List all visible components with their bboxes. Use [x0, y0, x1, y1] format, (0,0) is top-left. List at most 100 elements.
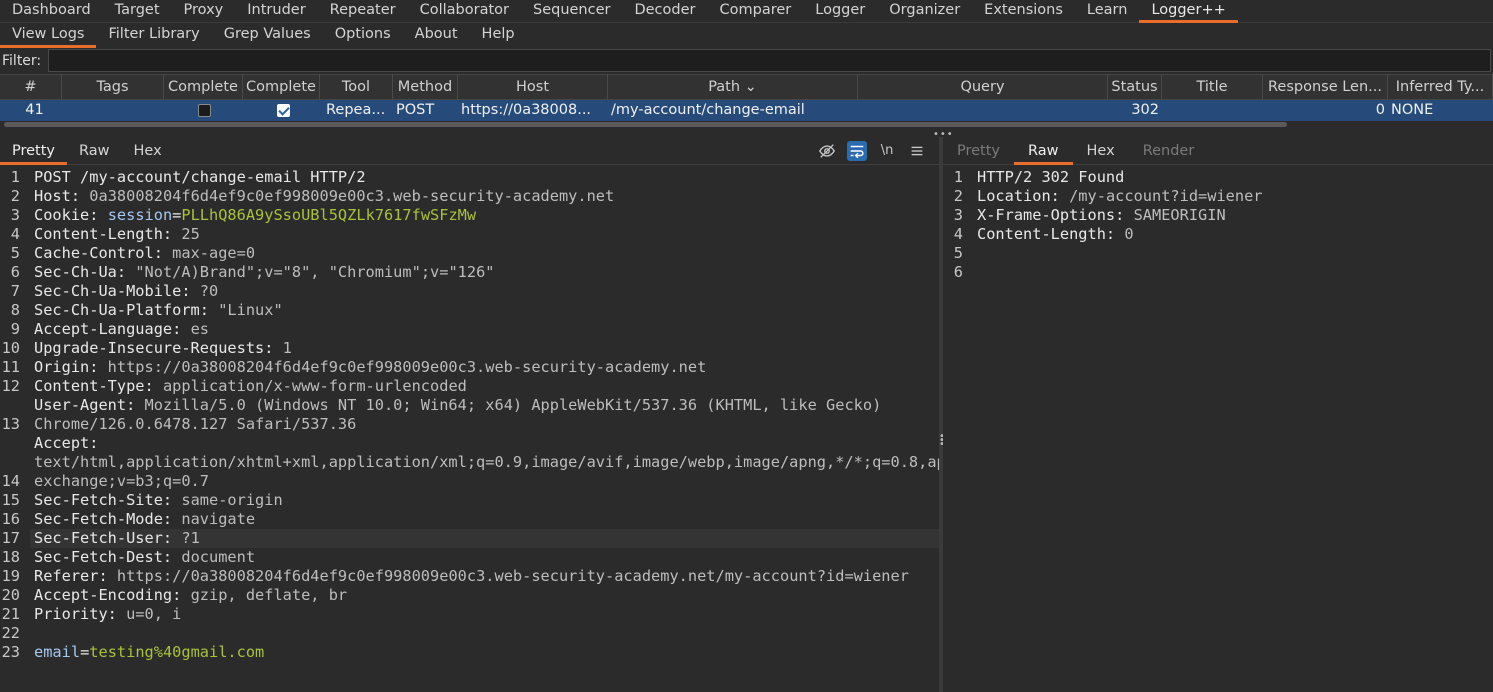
editor-line: 6 — [943, 263, 1493, 282]
top-tab-collaborator[interactable]: Collaborator — [408, 0, 521, 23]
line-content: Referer: https://0a38008204f6d4ef9c0ef99… — [30, 567, 939, 586]
column-header-method[interactable]: Method — [393, 75, 458, 100]
top-tab-repeater[interactable]: Repeater — [318, 0, 408, 23]
scrollbar-thumb[interactable] — [4, 122, 1287, 127]
line-content: Content-Length: 25 — [30, 225, 939, 244]
header-value: SAMEORIGIN — [1124, 206, 1226, 224]
column-header-host[interactable]: Host — [458, 75, 608, 100]
column-header-response-len[interactable]: Response Len... — [1263, 75, 1388, 100]
line-number: 8 — [10, 301, 20, 319]
column-header-status[interactable]: Status — [1108, 75, 1162, 100]
line-content: Upgrade-Insecure-Requests: 1 — [30, 339, 939, 358]
line-content — [973, 244, 1493, 263]
header-name: Cookie: — [34, 206, 99, 224]
cell-method: POST — [396, 102, 435, 118]
filter-input[interactable] — [48, 49, 1491, 72]
line-number: 20 — [1, 586, 20, 604]
header-name: X-Frame-Options: — [977, 206, 1125, 224]
response-tab-raw[interactable]: Raw — [1014, 137, 1073, 165]
top-tab-target[interactable]: Target — [103, 0, 172, 23]
top-tab-comparer[interactable]: Comparer — [708, 0, 804, 23]
complete-checkbox[interactable] — [198, 104, 211, 117]
editor-line: 1 HTTP/2 302 Found — [943, 168, 1493, 187]
line-content: Priority: u=0, i — [30, 605, 939, 624]
column-header-tags[interactable]: Tags — [62, 75, 164, 100]
sub-tab-filter-library[interactable]: Filter Library — [96, 23, 211, 48]
request-tabs: Pretty Raw Hex — [0, 137, 939, 165]
response-editor[interactable]: 1 HTTP/2 302 Found 2 Location: /my-account?… — [943, 168, 1493, 282]
table-row[interactable]: 41 Repea... POST https://0a38008... /my-acco… — [0, 100, 1493, 121]
header-name: Sec-Fetch-Dest: — [34, 548, 173, 566]
column-header-inferred-ty[interactable]: Inferred Ty... — [1388, 75, 1493, 100]
line-number: 2 — [953, 187, 963, 205]
line-content: Host: 0a38008204f6d4ef9c0ef998009e00c3.w… — [30, 187, 939, 206]
sub-tab-about[interactable]: About — [403, 23, 470, 48]
column-header-tool[interactable]: Tool — [320, 75, 393, 100]
top-tab-proxy[interactable]: Proxy — [172, 0, 236, 23]
header-value: navigate — [172, 510, 256, 528]
line-content: HTTP/2 302 Found — [973, 168, 1493, 187]
top-tab-logger[interactable]: Logger — [803, 0, 877, 23]
request-tab-hex[interactable]: Hex — [122, 137, 174, 165]
cell-status: 302 — [1131, 102, 1159, 118]
line-number: 7 — [10, 282, 20, 300]
column-header-complete[interactable]: Complete — [164, 75, 243, 100]
top-tab-logger-plus[interactable]: Logger++ — [1139, 0, 1238, 23]
top-tab-learn[interactable]: Learn — [1075, 0, 1140, 23]
line-number: 23 — [1, 643, 20, 661]
header-name: Sec-Fetch-Mode: — [34, 510, 173, 528]
header-value: 25 — [172, 225, 200, 243]
column-header-path[interactable]: Path ⌄ — [608, 75, 858, 100]
line-number: 4 — [10, 225, 20, 243]
table-horizontal-scrollbar[interactable] — [0, 121, 1493, 128]
top-tab-dashboard[interactable]: Dashboard — [12, 0, 103, 23]
cell-path: /my-account/change-email — [611, 102, 805, 118]
header-name: User-Agent: — [34, 396, 136, 414]
header-name: Content-Length: — [977, 225, 1116, 243]
header-value: application/x-www-form-urlencoded — [153, 377, 467, 395]
top-tab-sequencer[interactable]: Sequencer — [521, 0, 622, 23]
sub-tab-grep-values[interactable]: Grep Values — [212, 23, 323, 48]
line-content: Accept-Language: es — [30, 320, 939, 339]
response-tab-render[interactable]: Render — [1129, 137, 1209, 165]
line-content: Sec-Ch-Ua-Mobile: ?0 — [30, 282, 939, 301]
editor-line: 10 Upgrade-Insecure-Requests: 1 — [0, 339, 939, 358]
body-param-name: email — [34, 643, 81, 661]
line-content: Sec-Fetch-Mode: navigate — [30, 510, 939, 529]
column-header-title[interactable]: Title — [1162, 75, 1263, 100]
request-tab-raw[interactable]: Raw — [67, 137, 122, 165]
editor-line: 12 Content-Type: application/x-www-form-u… — [0, 377, 939, 396]
line-content: Content-Type: application/x-www-form-url… — [30, 377, 939, 396]
complete-checkbox-2[interactable] — [277, 104, 290, 117]
line-number: 1 — [10, 168, 20, 186]
newline-icon[interactable]: \n — [877, 141, 897, 161]
sub-tab-view-logs[interactable]: View Logs — [0, 23, 97, 48]
editor-line: 22 — [0, 624, 939, 643]
menu-icon[interactable] — [907, 141, 927, 161]
sub-tab-options[interactable]: Options — [323, 23, 403, 48]
response-tab-hex[interactable]: Hex — [1073, 137, 1129, 165]
sub-navigation: View Logs Filter Library Grep Values Option… — [0, 23, 1493, 48]
response-tab-pretty[interactable]: Pretty — [943, 137, 1014, 165]
wrap-icon[interactable] — [847, 141, 867, 161]
line-content: X-Frame-Options: SAMEORIGIN — [973, 206, 1493, 225]
cell-response-len: 0 — [1375, 102, 1385, 118]
request-editor[interactable]: 1 POST /my-account/change-email HTTP/2 2 Ho… — [0, 168, 1103, 662]
header-value: "Linux" — [208, 301, 283, 319]
request-tab-pretty[interactable]: Pretty — [0, 137, 68, 165]
column-header-complete[interactable]: Complete — [243, 75, 320, 100]
top-tab-decoder[interactable]: Decoder — [622, 0, 707, 23]
editor-line: 13 User-Agent: Mozilla/5.0 (Windows NT 10… — [0, 396, 939, 434]
column-header-num[interactable]: # — [0, 75, 62, 100]
response-tabs: Pretty Raw Hex Render — [943, 137, 1493, 165]
top-tab-extensions[interactable]: Extensions — [972, 0, 1075, 23]
line-content: Accept-Encoding: gzip, deflate, br — [30, 586, 939, 605]
top-tab-intruder[interactable]: Intruder — [235, 0, 317, 23]
header-value: same-origin — [172, 491, 283, 509]
top-tab-organizer[interactable]: Organizer — [877, 0, 972, 23]
eye-off-icon[interactable] — [817, 141, 837, 161]
column-header-query[interactable]: Query — [858, 75, 1108, 100]
sub-tab-help[interactable]: Help — [470, 23, 527, 48]
editor-line: 18 Sec-Fetch-Dest: document — [0, 548, 939, 567]
header-name: Host: — [34, 187, 81, 205]
